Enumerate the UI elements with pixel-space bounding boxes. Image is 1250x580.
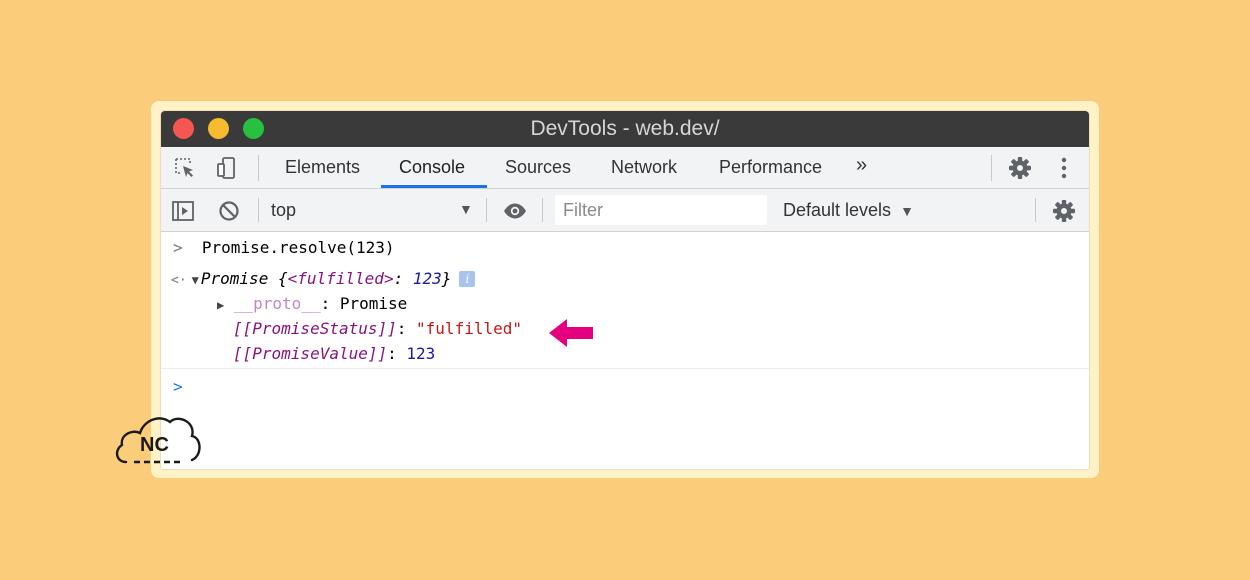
log-levels-label: Default levels	[783, 200, 892, 220]
collapse-triangle-icon[interactable]: ▼	[192, 273, 199, 287]
tab-performance[interactable]: Performance	[719, 157, 822, 178]
toolbar-separator	[542, 198, 543, 222]
console-prompt[interactable]: >	[173, 377, 183, 396]
promise-value-line: [[PromiseValue]]: 123	[233, 344, 435, 363]
result-open-brace: {	[277, 269, 288, 288]
value-value: 123	[406, 344, 436, 363]
console-toolbar: top ▼ Default levels ▼	[161, 189, 1089, 232]
promise-label: Promise	[200, 269, 269, 288]
result-value: 123	[412, 269, 442, 288]
tabbar-separator-right	[991, 155, 992, 181]
title-bar: DevTools - web.dev/	[161, 111, 1089, 147]
chevron-down-icon[interactable]: ▼	[459, 201, 473, 217]
highlight-arrow-icon	[549, 319, 593, 347]
filter-box	[555, 195, 771, 225]
nc-cloud-logo: NC	[115, 417, 201, 464]
result-arrow-icon: <·	[171, 273, 187, 288]
result-close-brace: }	[441, 269, 452, 288]
proto-sep: :	[320, 294, 340, 313]
value-sep: :	[387, 344, 407, 363]
logo-text: NC	[140, 434, 169, 456]
filter-input[interactable]	[555, 195, 771, 225]
devtools-window: DevTools - web.dev/ Elements Console Sou…	[161, 111, 1089, 469]
tab-console[interactable]: Console	[399, 157, 465, 178]
tab-network[interactable]: Network	[611, 157, 677, 178]
window-title: DevTools - web.dev/	[530, 117, 720, 140]
value-key: [[PromiseValue]]	[233, 344, 388, 363]
more-tabs-button[interactable]: »	[856, 154, 867, 177]
device-toolbar-icon[interactable]	[215, 156, 239, 180]
proto-key: __proto__	[233, 294, 321, 313]
proto-line[interactable]: ▶ __proto__: Promise	[217, 294, 407, 313]
clear-console-icon[interactable]	[217, 199, 241, 223]
console-command: Promise.resolve(123)	[201, 238, 395, 257]
more-vert-icon[interactable]	[1052, 156, 1076, 180]
tabbar-separator	[258, 155, 259, 181]
active-tab-indicator	[381, 185, 487, 188]
console-divider	[161, 368, 1089, 369]
tab-elements[interactable]: Elements	[285, 157, 360, 178]
inspect-element-icon[interactable]	[173, 156, 197, 180]
toolbar-separator	[486, 198, 487, 222]
status-value: "fulfilled"	[416, 319, 522, 338]
status-sep: :	[396, 319, 417, 338]
console-input-line: > Promise.resolve(123)	[173, 238, 395, 257]
gear-icon[interactable]	[1008, 156, 1032, 180]
expand-triangle-icon[interactable]: ▶	[217, 298, 224, 312]
toolbar-separator	[258, 198, 259, 222]
execution-context-select[interactable]: top	[271, 200, 296, 221]
promise-status-line: [[PromiseStatus]]: "fulfilled"	[233, 319, 522, 338]
result-sep: :	[393, 269, 413, 288]
toolbar-separator	[1035, 198, 1036, 222]
gear-icon[interactable]	[1052, 199, 1076, 223]
chevron-right-icon: >	[173, 238, 183, 257]
tab-sources[interactable]: Sources	[505, 157, 571, 178]
panel-tab-bar: Elements Console Sources Network Perform…	[161, 147, 1089, 189]
info-icon[interactable]: i	[459, 271, 476, 287]
sidebar-toggle-icon[interactable]	[171, 199, 195, 223]
console-result-line: <· ▼ Promise {<fulfilled>: 123} i	[171, 269, 476, 288]
log-levels-dropdown[interactable]: Default levels ▼	[783, 200, 914, 221]
status-key: [[PromiseStatus]]	[233, 319, 397, 338]
eye-icon[interactable]	[503, 199, 527, 223]
proto-value: Promise	[339, 294, 408, 313]
result-key: <fulfilled>	[287, 269, 394, 288]
chevron-down-icon: ▼	[900, 203, 914, 219]
